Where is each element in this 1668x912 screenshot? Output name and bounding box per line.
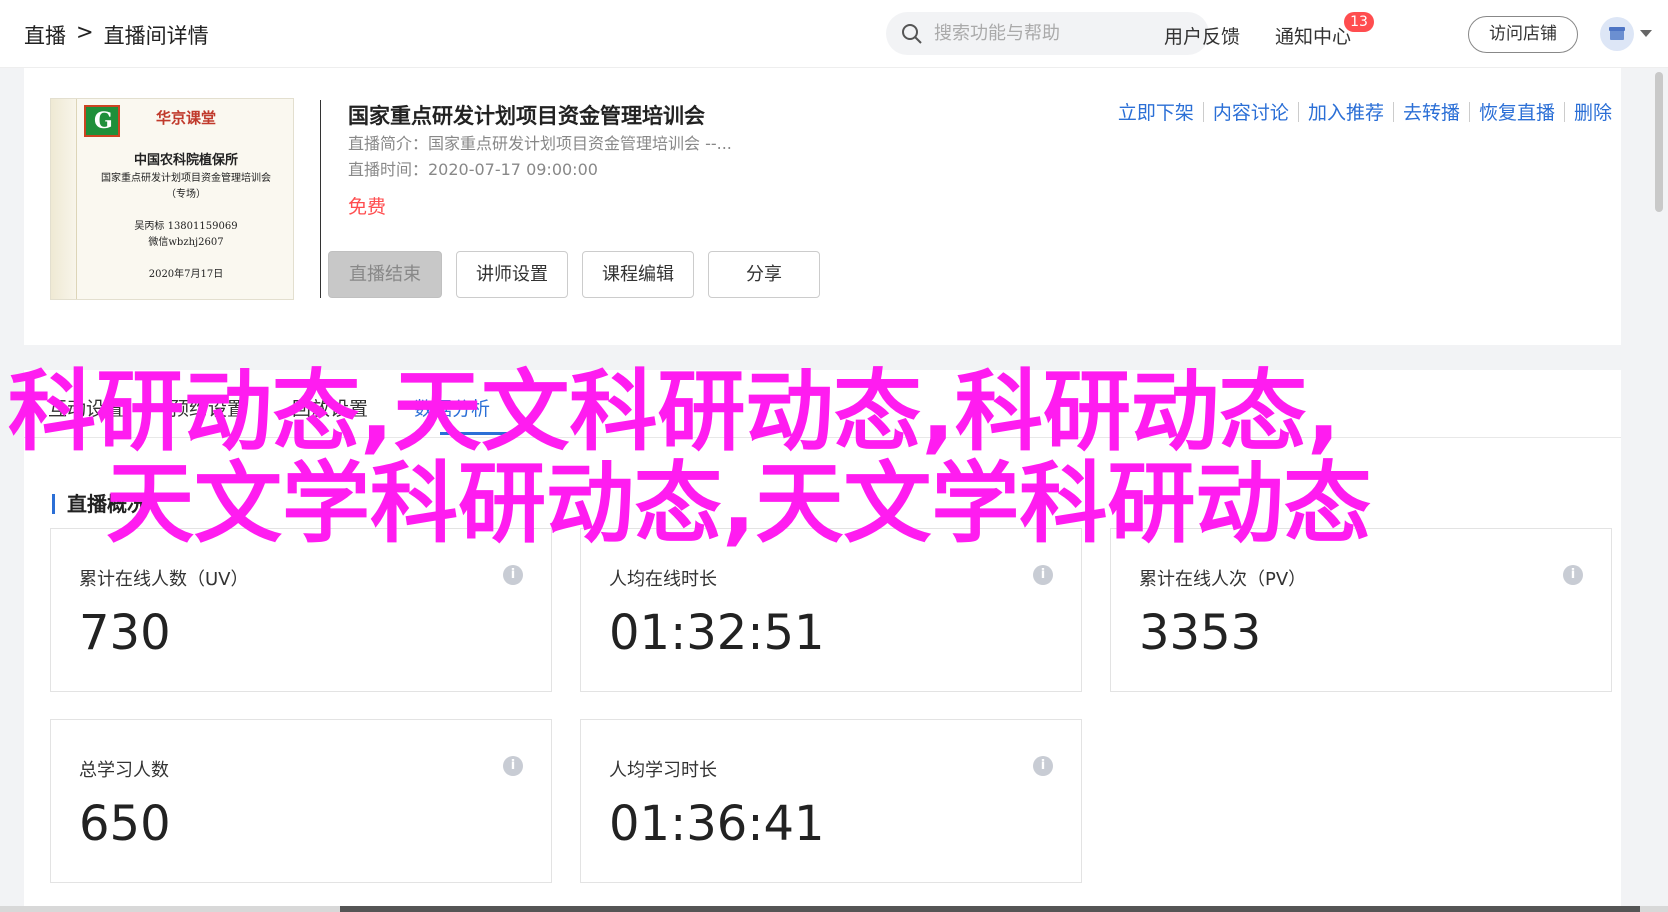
stat-value: 3353 (1139, 605, 1262, 661)
take-down-link[interactable]: 立即下架 (1118, 98, 1194, 125)
watermark-line-2: 天文学科研动态,天文学科研动态 (106, 452, 1372, 555)
share-button[interactable]: 分享 (708, 251, 820, 298)
stat-label: 人均在线时长 (609, 569, 717, 590)
poster-brand: 华京课堂 (155, 109, 216, 127)
delete-link[interactable]: 删除 (1574, 98, 1612, 125)
watermark-line-1: 科研动态,天文科研动态,科研动态, (8, 360, 1341, 463)
rebroadcast-link[interactable]: 去转播 (1403, 98, 1460, 125)
chevron-down-icon[interactable] (1640, 30, 1652, 37)
info-icon[interactable]: i (1033, 565, 1053, 585)
stat-card-avg-learning: 人均学习时长 i 01:36:41 (580, 719, 1082, 883)
course-actions: 立即下架 内容讨论 加入推荐 去转播 恢复直播 删除 (1118, 98, 1612, 125)
action-divider (1297, 101, 1299, 122)
store-icon (1609, 27, 1625, 40)
search-icon (902, 24, 922, 44)
stat-label: 累计在线人数（UV） (79, 569, 249, 590)
stat-value: 730 (79, 605, 171, 661)
info-icon[interactable]: i (503, 756, 523, 776)
action-divider (1468, 101, 1470, 122)
breadcrumb: 直播 > 直播间详情 (24, 20, 209, 50)
stat-value: 650 (79, 796, 171, 852)
stat-label: 总学习人数 (79, 760, 169, 781)
search-box[interactable] (886, 12, 1209, 55)
action-divider (1202, 101, 1204, 122)
search-input[interactable] (934, 20, 1194, 46)
course-edit-button[interactable]: 课程编辑 (582, 251, 694, 298)
stat-value: 01:32:51 (609, 605, 825, 661)
poster-date: 2020年7月17日 (148, 269, 224, 280)
course-intro: 直播简介：国家重点研发计划项目资金管理培训会 --... (348, 134, 732, 153)
scrollbar-thumb[interactable] (340, 906, 1640, 912)
breadcrumb-current: 直播间详情 (103, 24, 209, 48)
poster-divider (320, 100, 321, 298)
course-title: 国家重点研发计划项目资金管理培训会 (348, 104, 705, 128)
poster-contact-phone: 吴丙标 13801159069 (134, 221, 238, 232)
visit-store-button[interactable]: 访问店铺 (1468, 16, 1578, 53)
horizontal-scrollbar[interactable] (0, 906, 1668, 912)
resume-live-link[interactable]: 恢复直播 (1479, 98, 1555, 125)
poster-edge (51, 99, 77, 299)
course-time: 直播时间：2020-07-17 09:00:00 (348, 160, 598, 179)
feedback-link[interactable]: 用户反馈 (1164, 22, 1240, 49)
lecturer-settings-button[interactable]: 讲师设置 (456, 251, 568, 298)
discussion-link[interactable]: 内容讨论 (1213, 98, 1289, 125)
stat-label: 人均学习时长 (609, 760, 717, 781)
poster-org: 中国农科院植保所 (133, 153, 238, 168)
info-icon[interactable]: i (503, 565, 523, 585)
poster-subject: 国家重点研发计划项目资金管理培训会 (101, 173, 271, 184)
top-bar: 直播 > 直播间详情 用户反馈 通知中心 13 访问店铺 (0, 0, 1668, 68)
notification-badge: 13 (1344, 12, 1374, 32)
store-avatar[interactable] (1600, 17, 1634, 51)
breadcrumb-live[interactable]: 直播 (24, 20, 66, 50)
action-divider (1563, 101, 1565, 122)
poster-tag: （专场） (166, 189, 206, 200)
breadcrumb-separator: > (76, 20, 94, 44)
vertical-scrollbar[interactable] (1655, 72, 1663, 212)
end-live-button[interactable]: 直播结束 (328, 251, 442, 298)
poster-contact-wechat: 微信wbzhj2607 (148, 237, 224, 248)
course-poster: 华京课堂 中国农科院植保所 国家重点研发计划项目资金管理培训会 （专场） 吴丙标… (50, 98, 294, 300)
course-price: 免费 (348, 196, 387, 218)
stat-label: 累计在线人次（PV） (1139, 569, 1307, 590)
stat-card-learners: 总学习人数 i 650 (50, 719, 552, 883)
notification-center-link[interactable]: 通知中心 (1275, 22, 1351, 49)
info-icon[interactable]: i (1033, 756, 1053, 776)
info-icon[interactable]: i (1563, 565, 1583, 585)
stat-value: 01:36:41 (609, 796, 825, 852)
action-divider (1392, 101, 1394, 122)
recommend-link[interactable]: 加入推荐 (1308, 98, 1384, 125)
